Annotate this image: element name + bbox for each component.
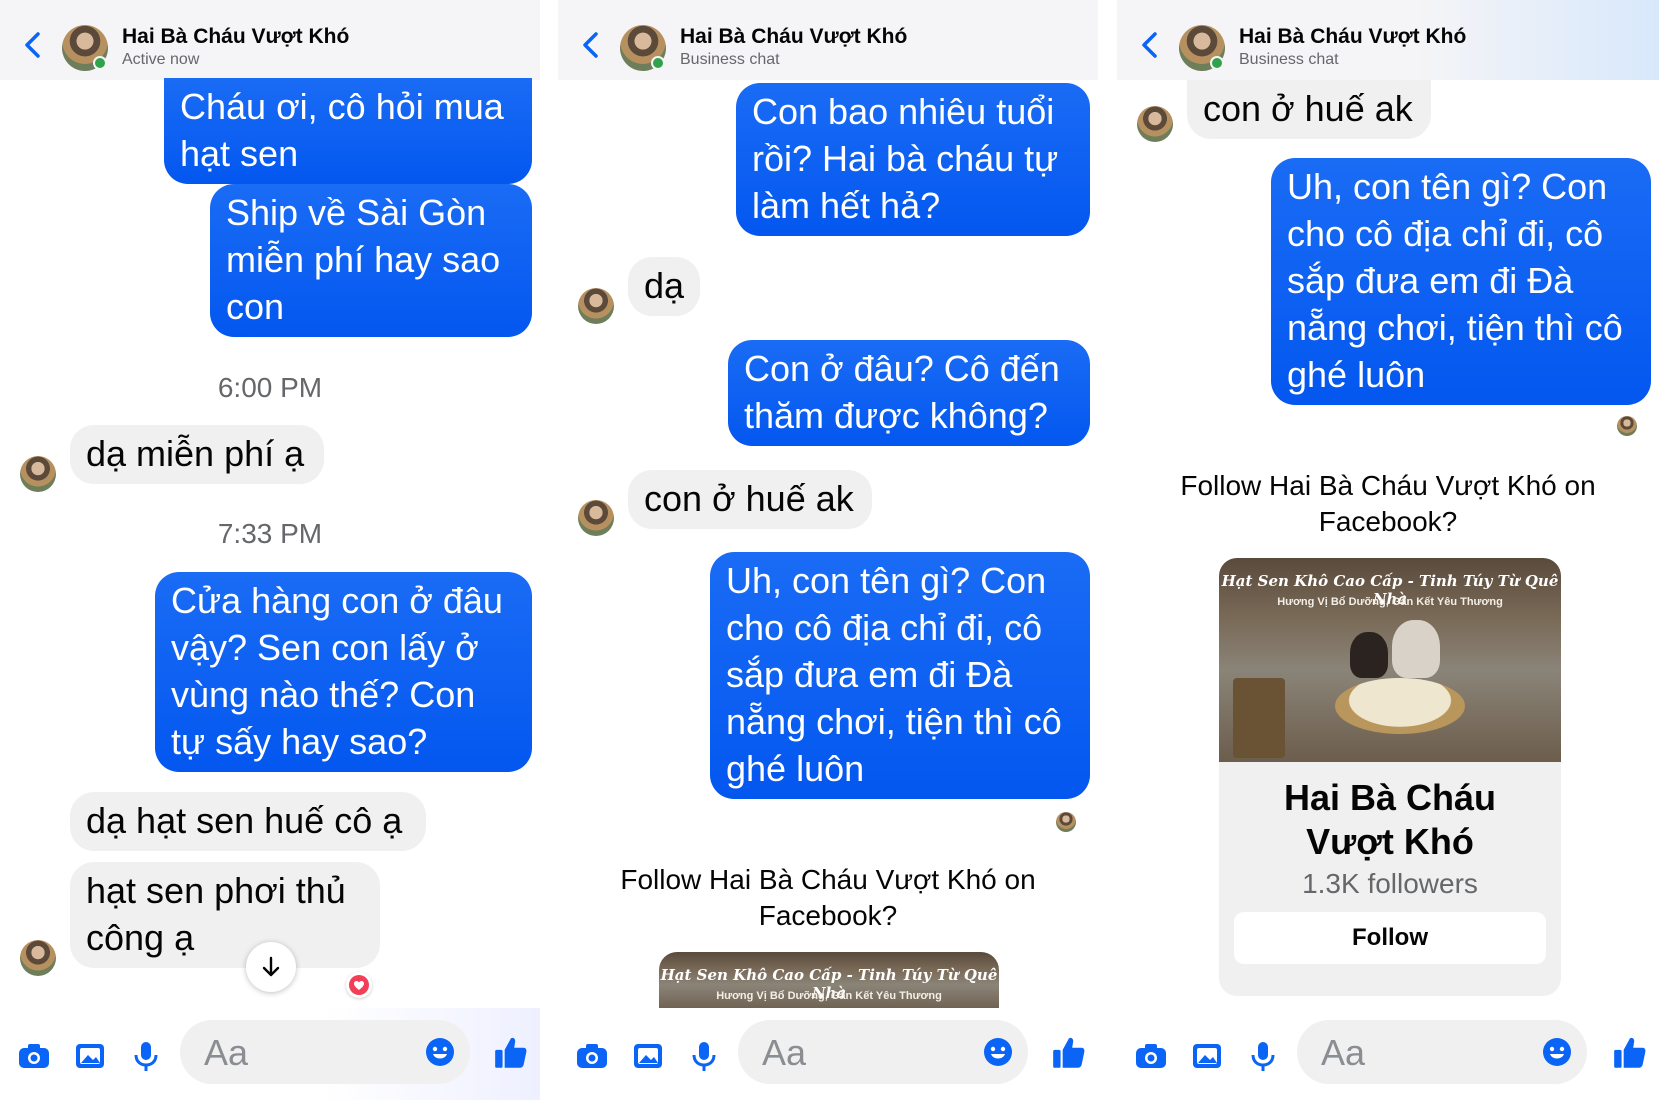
image-icon[interactable]: [1189, 1038, 1225, 1074]
message-input-placeholder: Aa: [1321, 1032, 1366, 1073]
camera-icon[interactable]: [16, 1038, 52, 1074]
contact-name[interactable]: Hai Bà Cháu Vượt Khó: [680, 25, 907, 49]
page-followers: 1.3K followers: [1302, 868, 1478, 899]
thumbs-up-icon[interactable]: [492, 1034, 530, 1072]
panel-divider: [1099, 0, 1117, 1100]
message-outgoing[interactable]: Con ở đâu? Cô đến thăm được không?: [728, 340, 1090, 446]
grandmother-figure: [1392, 620, 1440, 678]
message-input[interactable]: Aa: [738, 1020, 1028, 1084]
contact-name[interactable]: Hai Bà Cháu Vượt Khó: [1239, 25, 1466, 49]
follow-prompt: Follow Hai Bà Cháu Vượt Khó on Facebook?: [620, 864, 1036, 931]
chat-panel-2: Hai Bà Cháu Vượt Khó Business chat Con b…: [558, 0, 1098, 1100]
contact-status: Business chat: [1239, 51, 1339, 68]
contact-name[interactable]: Hai Bà Cháu Vượt Khó: [122, 25, 349, 49]
microphone-icon[interactable]: [128, 1038, 164, 1074]
chevron-left-icon[interactable]: [578, 30, 604, 60]
chat-header: Hai Bà Cháu Vượt Khó Business chat: [1117, 0, 1659, 80]
screenshot-collage: Hai Bà Cháu Vượt Khó Active now Cháu ơi,…: [0, 0, 1659, 1100]
chat-header: Hai Bà Cháu Vượt Khó Business chat: [558, 0, 1098, 80]
message-outgoing[interactable]: Cửa hàng con ở đâu vậy? Sen con lấy ở vù…: [155, 572, 532, 772]
thumbs-up-icon[interactable]: [1050, 1034, 1088, 1072]
chevron-left-icon[interactable]: [1137, 30, 1163, 60]
message-incoming[interactable]: hạt sen phơi thủ công ạ: [70, 862, 380, 968]
message-outgoing[interactable]: Uh, con tên gì? Con cho cô địa chỉ đi, c…: [1271, 158, 1651, 405]
composer-bar: Aa: [0, 1008, 540, 1100]
page-cover-image: Hạt Sen Khô Cao Cấp - Tinh Túy Từ Quê Nh…: [659, 952, 999, 1012]
online-status-dot: [93, 56, 107, 70]
contact-avatar: [20, 940, 56, 976]
online-status-dot: [651, 56, 665, 70]
contact-status: Business chat: [680, 51, 780, 68]
page-cover-image: Hạt Sen Khô Cao Cấp - Tinh Túy Từ Quê Nh…: [1219, 558, 1561, 762]
message-incoming[interactable]: dạ hạt sen huế cô ạ: [70, 792, 426, 851]
camera-icon[interactable]: [1133, 1038, 1169, 1074]
contact-status: Active now: [122, 51, 200, 68]
message-input[interactable]: Aa: [1297, 1020, 1587, 1084]
cover-banner-subtitle: Hương Vị Bổ Dưỡng, Gắn Kết Yêu Thương: [716, 990, 942, 1002]
thumbs-up-icon[interactable]: [1611, 1034, 1649, 1072]
message-input-placeholder: Aa: [762, 1032, 807, 1073]
online-status-dot: [1210, 56, 1224, 70]
contact-avatar: [578, 288, 614, 324]
lotus-seed-basket: [1335, 678, 1465, 734]
camera-icon[interactable]: [574, 1038, 610, 1074]
message-incoming[interactable]: con ở huế ak: [1187, 80, 1431, 139]
message-incoming[interactable]: con ở huế ak: [628, 470, 872, 529]
timestamp: 6:00 PM: [217, 372, 323, 403]
seen-indicator-avatar: [1056, 812, 1076, 832]
message-outgoing[interactable]: Uh, con tên gì? Con cho cô địa chỉ đi, c…: [710, 552, 1090, 799]
message-incoming[interactable]: dạ: [628, 257, 700, 316]
message-outgoing[interactable]: Ship về Sài Gòn miễn phí hay sao con: [210, 184, 532, 337]
message-input-placeholder: Aa: [204, 1032, 249, 1073]
chat-header: Hai Bà Cháu Vượt Khó Active now: [0, 0, 540, 80]
girl-figure: [1350, 632, 1388, 678]
microphone-icon[interactable]: [1245, 1038, 1281, 1074]
arrow-down-icon[interactable]: [246, 942, 296, 992]
panel-divider: [540, 0, 558, 1100]
chevron-left-icon[interactable]: [20, 30, 46, 60]
product-bag-image: [1233, 678, 1285, 758]
image-icon[interactable]: [630, 1038, 666, 1074]
contact-avatar: [578, 500, 614, 536]
message-input[interactable]: Aa: [180, 1020, 470, 1084]
image-icon[interactable]: [72, 1038, 108, 1074]
chat-panel-3: Hai Bà Cháu Vượt Khó Business chat con ở…: [1117, 0, 1659, 1100]
chat-panel-1: Hai Bà Cháu Vượt Khó Active now Cháu ơi,…: [0, 0, 540, 1100]
contact-avatar: [20, 456, 56, 492]
composer-bar: Aa: [1117, 1008, 1659, 1100]
heart-icon[interactable]: [346, 972, 372, 998]
page-card[interactable]: Hạt Sen Khô Cao Cấp - Tinh Túy Từ Quê Nh…: [1219, 558, 1561, 996]
emoji-icon[interactable]: [982, 1036, 1014, 1068]
message-outgoing[interactable]: Cháu ơi, cô hỏi mua hạt sen: [164, 78, 532, 184]
message-incoming[interactable]: dạ miễn phí ạ: [70, 425, 324, 484]
emoji-icon[interactable]: [1541, 1036, 1573, 1068]
follow-prompt: Follow Hai Bà Cháu Vượt Khó on Facebook?: [1180, 470, 1596, 537]
message-outgoing[interactable]: Con bao nhiêu tuổi rồi? Hai bà cháu tự l…: [736, 83, 1090, 236]
contact-avatar: [1137, 106, 1173, 142]
timestamp: 7:33 PM: [217, 518, 323, 549]
microphone-icon[interactable]: [686, 1038, 722, 1074]
seen-indicator-avatar: [1617, 416, 1637, 436]
follow-button[interactable]: Follow: [1234, 912, 1546, 964]
cover-banner-subtitle: Hương Vị Bổ Dưỡng, Gắn Kết Yêu Thương: [1277, 596, 1503, 608]
page-name: Hai Bà Cháu Vượt Khó: [1283, 777, 1497, 862]
composer-bar: Aa: [558, 1008, 1098, 1100]
emoji-icon[interactable]: [424, 1036, 456, 1068]
page-card[interactable]: Hạt Sen Khô Cao Cấp - Tinh Túy Từ Quê Nh…: [659, 952, 999, 1012]
